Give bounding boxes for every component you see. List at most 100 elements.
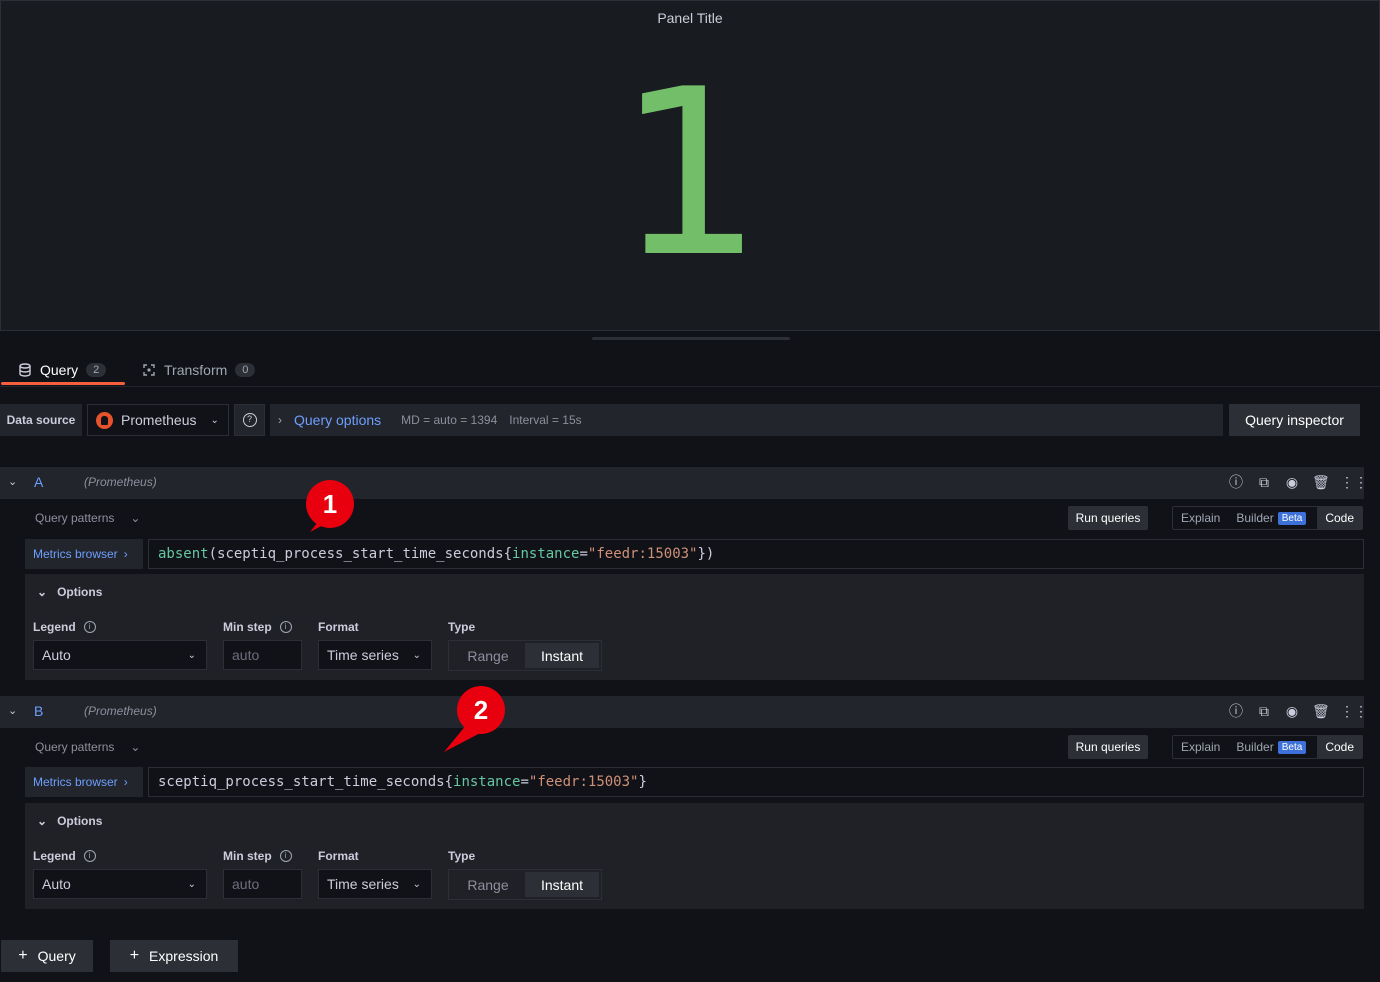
help-icon[interactable]: ⓘ — [1228, 474, 1244, 490]
query-options-toggle[interactable]: › Query options MD = auto = 1394 Interva… — [270, 404, 1223, 436]
interval-info: Interval = 15s — [509, 413, 582, 427]
legend-label: Legend i — [33, 620, 96, 634]
explain-toggle[interactable]: Explain — [1173, 507, 1228, 529]
chevron-right-icon: › — [123, 775, 128, 789]
collapse-chevron-icon[interactable]: ⌄ — [8, 704, 17, 717]
pane-resize-handle[interactable] — [592, 337, 790, 340]
run-queries-button[interactable]: Run queries — [1068, 735, 1148, 759]
expr-metric: sceptiq_process_start_time_seconds{ — [158, 774, 454, 790]
editor-mode-toggle[interactable]: Explain Builder Beta Code — [1172, 735, 1363, 759]
min-step-placeholder: auto — [232, 876, 260, 892]
add-query-button[interactable]: + Query — [1, 940, 93, 972]
chevron-down-icon: ⌄ — [37, 814, 48, 828]
eye-icon[interactable]: ◉ — [1284, 474, 1300, 490]
add-expression-button[interactable]: + Expression — [110, 940, 238, 972]
legend-select-value: Auto — [42, 876, 71, 892]
run-queries-button[interactable]: Run queries — [1068, 506, 1148, 530]
duplicate-icon[interactable]: ⧉ — [1256, 474, 1272, 490]
chevron-down-icon: ⌄ — [187, 878, 196, 890]
beta-badge: Beta — [1277, 511, 1307, 525]
metrics-browser-button[interactable]: Metrics browser › — [25, 539, 143, 569]
expr-label-key: instance — [512, 546, 580, 562]
expr-label-value: "feedr:15003" — [587, 546, 698, 562]
stat-value: 1 — [616, 41, 764, 308]
legend-select[interactable]: Auto ⌄ — [33, 640, 207, 670]
query-editor[interactable]: sceptiq_process_start_time_seconds{insta… — [148, 767, 1364, 797]
query-patterns-dropdown[interactable]: Query patterns ⌄ — [35, 511, 140, 525]
drag-handle-icon[interactable]: ⋮⋮ — [1340, 474, 1368, 490]
expr-paren: ( — [208, 546, 218, 562]
info-icon: i — [279, 621, 292, 633]
expr-operator: = — [520, 774, 529, 790]
query-editor[interactable]: absent(sceptiq_process_start_time_second… — [148, 539, 1364, 569]
database-icon — [19, 363, 31, 377]
query-row-header-b[interactable]: ⌄ B (Prometheus) ⓘ ⧉ ◉ 🗑 ⋮⋮ — [0, 696, 1368, 728]
options-title: Options — [57, 814, 103, 828]
eye-icon[interactable]: ◉ — [1284, 703, 1300, 719]
format-label: Format — [318, 620, 359, 634]
explain-toggle[interactable]: Explain — [1173, 736, 1228, 758]
expr-label-value: "feedr:15003" — [528, 774, 639, 790]
trash-icon[interactable]: 🗑 — [1312, 474, 1330, 490]
tab-transform[interactable]: Transform 0 — [142, 354, 256, 386]
query-ref-id[interactable]: B — [34, 703, 43, 719]
query-row-header-a[interactable]: ⌄ A (Prometheus) ⓘ ⧉ ◉ 🗑 ⋮⋮ — [0, 467, 1368, 499]
min-step-input[interactable]: auto — [223, 869, 302, 899]
info-icon: i — [279, 850, 292, 862]
builder-label: Builder — [1236, 511, 1274, 525]
min-step-placeholder: auto — [232, 647, 260, 663]
legend-select-value: Auto — [42, 647, 71, 663]
chevron-down-icon: ⌄ — [130, 511, 141, 525]
help-icon[interactable]: ⓘ — [1228, 703, 1244, 719]
type-range-option[interactable]: Range — [451, 643, 525, 668]
query-inspector-button[interactable]: Query inspector — [1229, 404, 1360, 436]
options-toggle[interactable]: ⌄ Options — [37, 814, 102, 828]
chevron-down-icon: ⌄ — [412, 649, 421, 661]
query-options-panel: ⌄ Options Legend i Auto ⌄ Min step i auto Fo… — [25, 803, 1364, 909]
chevron-down-icon: ⌄ — [210, 414, 219, 426]
collapse-chevron-icon[interactable]: ⌄ — [8, 475, 17, 488]
duplicate-icon[interactable]: ⧉ — [1256, 703, 1272, 719]
query-ref-id[interactable]: A — [34, 474, 43, 490]
options-toggle[interactable]: ⌄ Options — [37, 585, 102, 599]
query-options-panel: ⌄ Options Legend i Auto ⌄ Min step i auto Fo… — [25, 574, 1364, 680]
editor-mode-toggle[interactable]: Explain Builder Beta Code — [1172, 506, 1363, 530]
min-step-label-text: Min step — [223, 849, 272, 863]
metrics-browser-button[interactable]: Metrics browser › — [25, 767, 143, 797]
options-title: Options — [57, 585, 103, 599]
chevron-right-icon: › — [278, 413, 282, 427]
type-radio-group: Range Instant — [448, 640, 602, 671]
transform-icon — [143, 364, 155, 376]
format-select[interactable]: Time series ⌄ — [318, 869, 432, 899]
type-range-option[interactable]: Range — [451, 872, 525, 897]
metrics-browser-label: Metrics browser — [33, 775, 118, 789]
chevron-down-icon: ⌄ — [130, 740, 141, 754]
legend-select[interactable]: Auto ⌄ — [33, 869, 207, 899]
type-instant-option[interactable]: Instant — [525, 643, 599, 668]
code-mode-button[interactable]: Code — [1317, 507, 1362, 529]
type-instant-option[interactable]: Instant — [525, 872, 599, 897]
tab-query-count: 2 — [86, 363, 107, 377]
info-icon: i — [83, 850, 96, 862]
legend-label-text: Legend — [33, 849, 76, 863]
chevron-down-icon: ⌄ — [37, 585, 48, 599]
datasource-picker[interactable]: Prometheus ⌄ — [87, 404, 229, 436]
plus-icon: + — [18, 947, 28, 964]
prometheus-icon — [96, 411, 113, 429]
query-patterns-dropdown[interactable]: Query patterns ⌄ — [35, 740, 140, 754]
expr-close: } — [638, 774, 647, 790]
trash-icon[interactable]: 🗑 — [1312, 703, 1330, 719]
code-mode-button[interactable]: Code — [1317, 736, 1362, 758]
callout-1-badge: 1 — [306, 480, 354, 528]
active-tab-indicator — [1, 382, 125, 385]
type-radio-group: Range Instant — [448, 869, 602, 900]
format-select[interactable]: Time series ⌄ — [318, 640, 432, 670]
builder-label: Builder — [1236, 740, 1274, 754]
legend-label: Legend i — [33, 849, 96, 863]
datasource-help-button[interactable]: ? — [234, 404, 265, 436]
drag-handle-icon[interactable]: ⋮⋮ — [1340, 703, 1368, 719]
min-step-input[interactable]: auto — [223, 640, 302, 670]
format-label: Format — [318, 849, 359, 863]
builder-mode-button[interactable]: Builder Beta — [1228, 736, 1314, 758]
builder-mode-button[interactable]: Builder Beta — [1228, 507, 1314, 529]
